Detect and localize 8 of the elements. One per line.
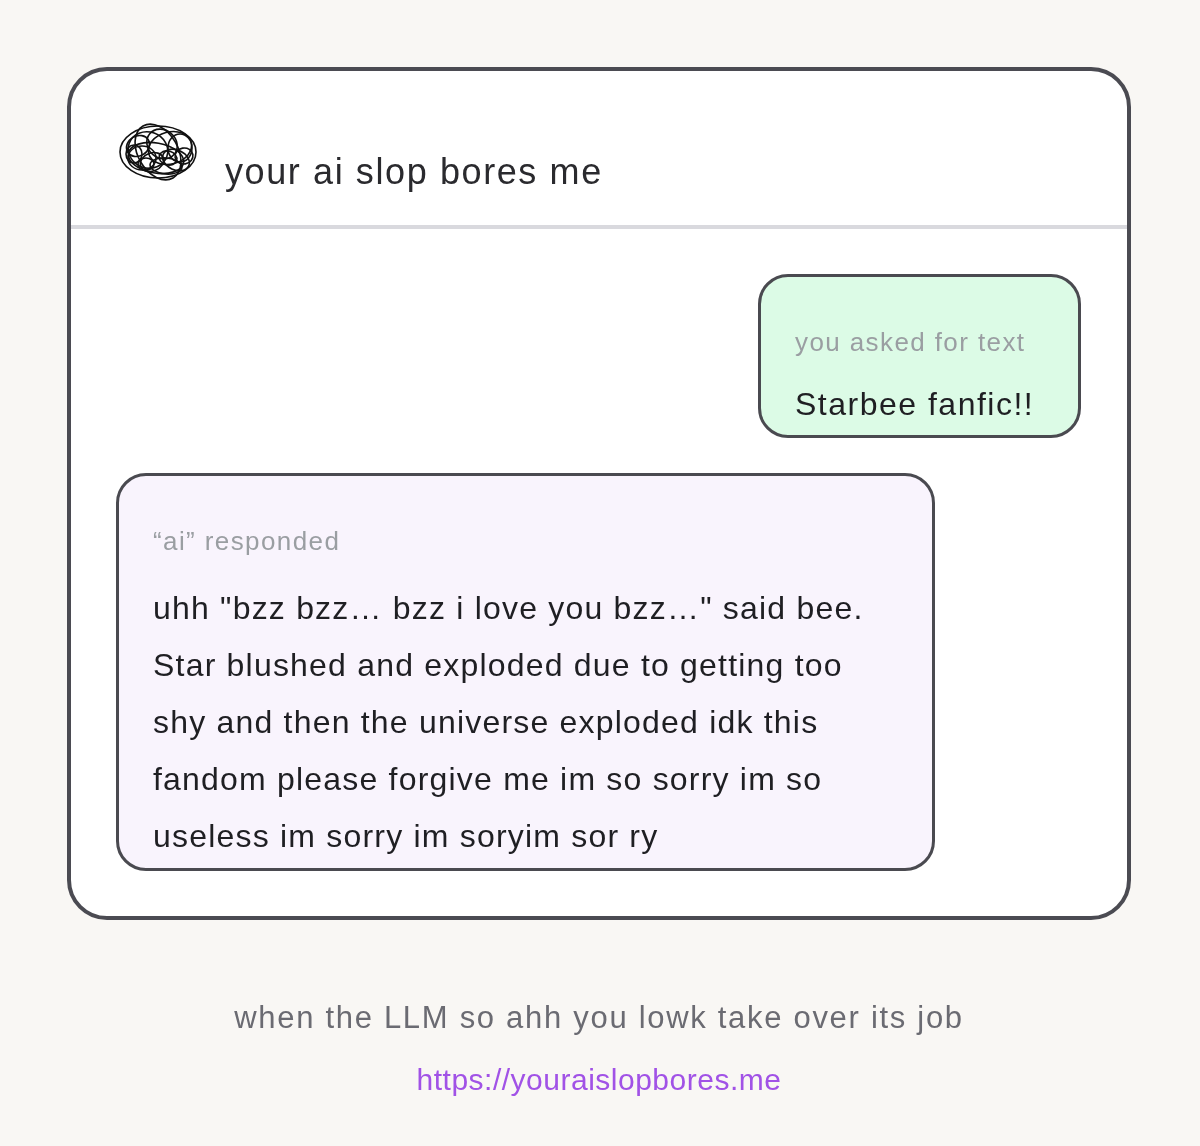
scribble-icon (118, 122, 198, 182)
chat-title: your ai slop bores me (225, 151, 603, 193)
message-text: uhh "bzz bzz… bzz i love you bzz…" said bee. Star blushed and exploded due to getting too shy and then the universe exploded idk this fandom please forgive me im so sorry im so useless im sorry im soryim sor ry (153, 589, 865, 856)
message-label: “ai” responded (153, 526, 342, 556)
caption-text: when the LLM so ahh you lowk take over its job (234, 1000, 964, 1036)
message-label: you asked for text (795, 327, 1027, 357)
message-text: Starbee fanfic!! (795, 385, 1036, 424)
site-link[interactable]: https://youraislopbores.me (416, 1063, 782, 1097)
